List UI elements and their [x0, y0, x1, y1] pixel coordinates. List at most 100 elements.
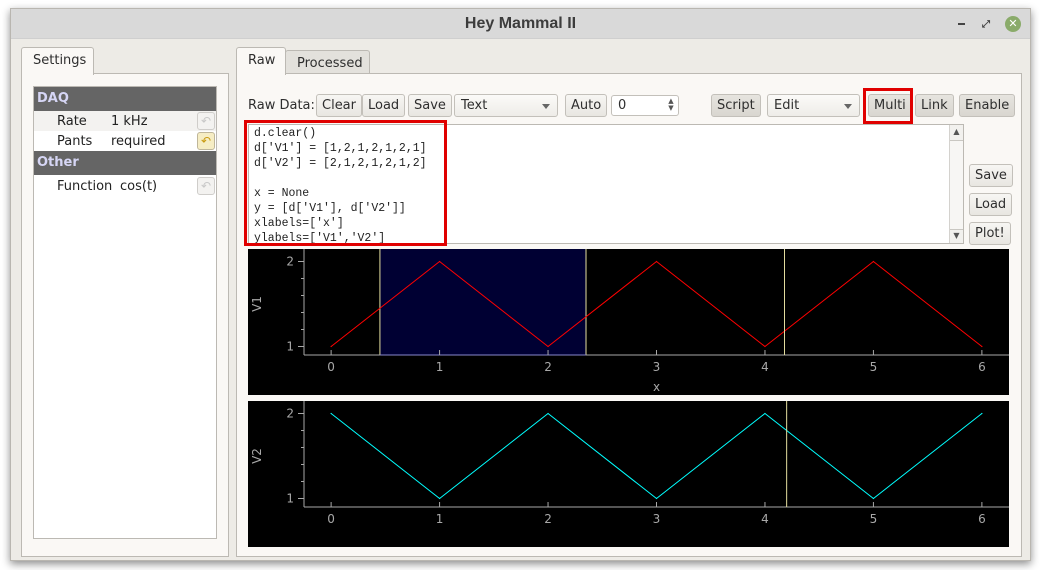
- group-label: Other: [37, 155, 79, 170]
- link-button[interactable]: Link: [915, 94, 954, 117]
- data-point: [872, 260, 875, 263]
- y-tick-label: 2: [286, 407, 294, 421]
- data-point: [547, 345, 549, 348]
- minimize-button[interactable]: [953, 16, 969, 32]
- x-tick-label: 3: [653, 360, 661, 374]
- settings-pane: DAQ Rate 1 kHz ↶ Pants required ↶ Other …: [21, 73, 229, 557]
- plot-v2[interactable]: 1 2 0 1 2 3 4 5 6 V2: [248, 401, 1009, 547]
- scroll-thumb[interactable]: [950, 140, 963, 230]
- save-button[interactable]: Save: [408, 94, 452, 117]
- param-value[interactable]: cos(t): [120, 179, 157, 194]
- x-tick-label: 6: [978, 360, 986, 374]
- x-tick-label: 0: [327, 512, 335, 526]
- script-editor-text[interactable]: d.clear() d['V1'] = [1,2,1,2,1,2,1] d['V…: [254, 126, 427, 246]
- close-button[interactable]: ✕: [1005, 16, 1021, 32]
- chevron-down-icon: [844, 104, 852, 109]
- load-script-button[interactable]: Load: [969, 193, 1013, 216]
- data-point: [764, 412, 766, 415]
- save-script-button[interactable]: Save: [969, 164, 1013, 187]
- data-point: [872, 497, 875, 500]
- y-tick-label: 1: [286, 492, 294, 506]
- maximize-button[interactable]: ⤢: [978, 16, 994, 32]
- data-point: [330, 412, 332, 415]
- param-value[interactable]: 1 kHz: [111, 114, 148, 129]
- x-tick-label: 6: [978, 512, 986, 526]
- load-button[interactable]: Load: [362, 94, 406, 117]
- x-axis-label: x: [653, 380, 660, 394]
- param-name: Pants: [57, 134, 93, 149]
- tab-settings-label: Settings: [33, 53, 87, 68]
- reset-default-icon[interactable]: ↶: [197, 132, 215, 150]
- data-point: [764, 345, 766, 348]
- x-tick-label: 5: [870, 512, 878, 526]
- plot-button[interactable]: Plot!: [969, 222, 1011, 245]
- x-tick-label: 0: [327, 360, 335, 374]
- plot-v1-canvas[interactable]: 1 2 0 1 2 3 4 5 6 V1 x: [248, 249, 1009, 395]
- plot-v2-canvas[interactable]: 1 2 0 1 2 3 4 5 6 V2: [248, 401, 1009, 547]
- chevron-down-icon: [542, 104, 550, 109]
- mode-select[interactable]: Edit: [767, 94, 860, 117]
- selection-region: [379, 249, 586, 355]
- script-editor[interactable]: d.clear() d['V1'] = [1,2,1,2,1,2,1] d['V…: [248, 124, 964, 246]
- editor-scrollbar[interactable]: ▲ ▼: [949, 125, 963, 243]
- y-tick-label: 2: [286, 255, 294, 269]
- data-point: [438, 260, 441, 263]
- format-select-value: Text: [461, 98, 488, 113]
- value-spinbox[interactable]: 0 ▲ ▼: [611, 95, 679, 116]
- format-select[interactable]: Text: [454, 94, 558, 117]
- y-tick-label: 1: [286, 340, 294, 354]
- x-tick-label: 3: [653, 512, 661, 526]
- spinbox-value: 0: [618, 98, 627, 113]
- mode-select-value: Edit: [774, 98, 800, 113]
- group-label: DAQ: [37, 91, 69, 106]
- data-point: [438, 497, 441, 500]
- param-row-rate[interactable]: Rate 1 kHz ↶: [34, 111, 216, 131]
- x-tick-label: 5: [870, 360, 878, 374]
- data-point: [330, 345, 332, 348]
- raw-pane: Raw Data: Clear Load Save Text Auto 0 ▲ ▼…: [236, 73, 1022, 557]
- reset-default-icon[interactable]: ↶: [197, 112, 215, 130]
- auto-button[interactable]: Auto: [565, 94, 608, 117]
- app-window: Hey Mammal II ⤢ ✕ Settings DAQ Rate 1 kH…: [10, 8, 1031, 561]
- close-icon: ✕: [1008, 17, 1018, 30]
- tab-raw-label: Raw: [248, 53, 276, 68]
- series-line-v2: [330, 412, 983, 500]
- script-button[interactable]: Script: [711, 94, 761, 117]
- param-value[interactable]: required: [111, 134, 165, 149]
- tab-processed-label: Processed: [297, 56, 363, 71]
- param-row-function[interactable]: Function cos(t) ↶: [34, 175, 216, 197]
- group-other[interactable]: Other: [34, 151, 216, 175]
- x-tick-label: 2: [544, 360, 552, 374]
- reset-default-icon[interactable]: ↶: [197, 177, 215, 195]
- scroll-up-icon[interactable]: ▲: [950, 125, 963, 139]
- y-axis-label: V2: [250, 448, 264, 464]
- param-row-pants[interactable]: Pants required ↶: [34, 131, 216, 151]
- spin-arrows-icon[interactable]: ▲ ▼: [666, 98, 676, 113]
- y-axis-label: V1: [250, 296, 264, 312]
- x-tick-label: 2: [544, 512, 552, 526]
- data-point: [655, 497, 658, 500]
- tab-raw[interactable]: Raw: [236, 47, 286, 75]
- group-daq[interactable]: DAQ: [34, 87, 216, 111]
- clear-button[interactable]: Clear: [316, 94, 362, 117]
- x-tick-label: 4: [761, 360, 769, 374]
- window-title: Hey Mammal II: [464, 15, 577, 32]
- minimize-icon: [957, 23, 965, 25]
- parameter-tree: DAQ Rate 1 kHz ↶ Pants required ↶ Other …: [33, 86, 217, 539]
- x-tick-label: 1: [436, 512, 444, 526]
- multi-button[interactable]: Multi: [868, 94, 912, 117]
- tab-processed[interactable]: Processed: [285, 50, 370, 74]
- data-point: [981, 412, 983, 415]
- param-name: Rate: [57, 114, 87, 129]
- title-bar: Hey Mammal II ⤢ ✕: [11, 9, 1030, 39]
- plot-v1[interactable]: 1 2 0 1 2 3 4 5 6 V1 x: [248, 249, 1009, 395]
- x-tick-label: 4: [761, 512, 769, 526]
- scroll-down-icon[interactable]: ▼: [950, 229, 963, 243]
- enable-button[interactable]: Enable: [959, 94, 1016, 117]
- data-point: [547, 412, 549, 415]
- data-point: [981, 345, 983, 348]
- data-point: [655, 260, 658, 263]
- tab-settings[interactable]: Settings: [21, 47, 94, 75]
- raw-data-label: Raw Data:: [248, 98, 315, 113]
- x-tick-label: 1: [436, 360, 444, 374]
